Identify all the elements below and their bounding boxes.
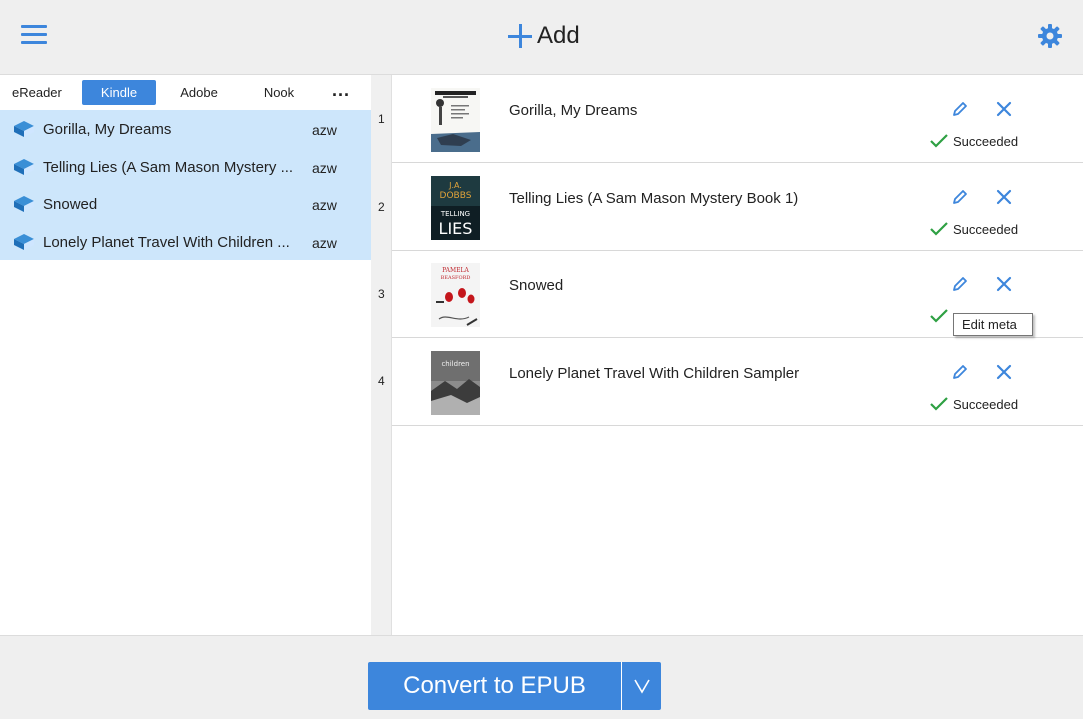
snowed-cover: PAMELA BEASFORD: [431, 263, 480, 327]
book-icon: [14, 121, 34, 137]
tab-kindle[interactable]: Kindle: [82, 80, 156, 105]
check-icon: [930, 397, 948, 411]
cover-author-initials: J.A.: [448, 181, 462, 190]
source-file-item[interactable]: Telling Lies (A Sam Mason Mystery ... az…: [0, 147, 371, 185]
book-title: Telling Lies (A Sam Mason Mystery Book 1…: [509, 190, 799, 207]
source-panel: eReader Kindle Adobe Nook ... Gorilla, M…: [0, 75, 371, 635]
more-tabs-button[interactable]: ...: [332, 81, 350, 99]
close-icon[interactable]: [995, 188, 1013, 206]
source-file-item[interactable]: Gorilla, My Dreams azw: [0, 110, 371, 148]
cover-title-line: LIES: [439, 219, 473, 238]
cover-author-first: PAMELA: [442, 267, 469, 274]
index-column: 1 2 3 4: [371, 75, 391, 635]
check-icon: [930, 222, 948, 236]
tab-adobe[interactable]: Adobe: [176, 80, 222, 105]
cover-title-line: TELLING: [440, 210, 470, 218]
edit-meta-icon[interactable]: [951, 100, 969, 118]
close-icon[interactable]: [995, 363, 1013, 381]
check-icon: [930, 309, 948, 323]
source-file-item[interactable]: Snowed azw: [0, 185, 371, 223]
book-title: Lonely Planet Travel With Children Sampl…: [509, 365, 800, 382]
source-file-title: Lonely Planet Travel With Children ...: [43, 233, 290, 251]
edit-meta-tooltip: Edit meta: [953, 313, 1033, 336]
hamburger-menu-icon[interactable]: [21, 25, 47, 45]
edit-meta-icon[interactable]: [951, 275, 969, 293]
close-icon[interactable]: [995, 100, 1013, 118]
source-tabs: eReader Kindle Adobe Nook ...: [0, 75, 371, 110]
convert-format-dropdown[interactable]: [621, 662, 661, 710]
status-text: Succeeded: [953, 221, 1019, 237]
book-row[interactable]: Gorilla, My Dreams Succeeded: [392, 75, 1083, 163]
source-file-title: Telling Lies (A Sam Mason Mystery ...: [43, 158, 294, 176]
status-text: Succeeded: [953, 133, 1019, 149]
source-file-ext: azw: [312, 234, 337, 251]
conversion-list: Gorilla, My Dreams Succeeded J.A. DOBBS …: [391, 75, 1083, 635]
plus-icon: [508, 24, 532, 48]
book-title: Gorilla, My Dreams: [509, 102, 638, 119]
book-icon: [14, 196, 34, 212]
add-button[interactable]: Add: [508, 20, 580, 52]
source-file-item[interactable]: Lonely Planet Travel With Children ... a…: [0, 222, 371, 260]
source-file-ext: azw: [312, 159, 337, 176]
status-succeeded: Succeeded: [930, 394, 1018, 414]
close-icon[interactable]: [995, 275, 1013, 293]
source-file-ext: azw: [312, 197, 337, 213]
status-succeeded: Succeeded: [930, 219, 1018, 239]
check-icon: [930, 134, 948, 148]
status-succeeded: Succeeded: [930, 131, 1018, 151]
row-index: 3: [378, 287, 385, 301]
cover-author-last: BEASFORD: [441, 275, 471, 281]
row-index: 4: [378, 374, 385, 388]
lonely-planet-cover: children: [431, 351, 480, 415]
source-file-title: Snowed: [43, 196, 98, 213]
cover-title-word: children: [441, 360, 469, 368]
status-succeeded: [930, 306, 953, 326]
top-toolbar: Add: [0, 0, 1083, 75]
book-row[interactable]: J.A. DOBBS TELLING LIES Telling Lies (A …: [392, 163, 1083, 251]
edit-meta-icon[interactable]: [951, 188, 969, 206]
edit-meta-icon[interactable]: [951, 363, 969, 381]
gorilla-cover: [431, 88, 480, 152]
tab-nook[interactable]: Nook: [261, 80, 297, 105]
source-file-list: Gorilla, My Dreams azw Telling Lies (A S…: [0, 110, 371, 260]
gear-icon[interactable]: [1037, 23, 1063, 49]
book-icon: [14, 158, 34, 175]
source-file-title: Gorilla, My Dreams: [43, 121, 172, 138]
telling-lies-cover: J.A. DOBBS TELLING LIES: [431, 176, 480, 240]
status-text: Succeeded: [953, 396, 1019, 412]
source-file-ext: azw: [312, 122, 337, 138]
convert-button[interactable]: Convert to EPUB: [368, 662, 621, 710]
row-index: 2: [378, 200, 385, 214]
cover-author-name: DOBBS: [440, 191, 472, 201]
bottom-bar: Convert to EPUB: [0, 635, 1083, 719]
chevron-down-icon: [634, 679, 650, 694]
book-icon: [14, 233, 34, 250]
row-index: 1: [378, 112, 385, 126]
add-button-label: Add: [537, 22, 580, 49]
book-row[interactable]: children Lonely Planet Travel With Child…: [392, 338, 1083, 426]
book-title: Snowed: [509, 277, 564, 294]
tab-ereader[interactable]: eReader: [12, 80, 64, 105]
